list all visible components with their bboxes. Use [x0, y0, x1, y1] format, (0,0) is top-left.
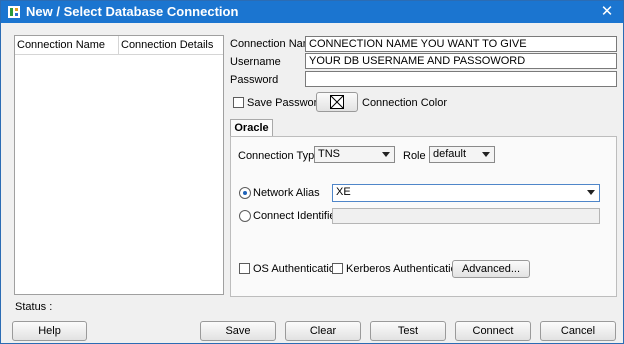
help-button[interactable]: Help [12, 321, 87, 341]
status-label: Status : [15, 301, 53, 313]
save-button[interactable]: Save [200, 321, 276, 341]
table-header: Connection Name Connection Details [15, 36, 223, 55]
network-alias-radio[interactable] [239, 187, 251, 199]
connect-identifier-input[interactable] [332, 208, 600, 224]
kerberos-authentication-label: Kerberos Authentication [346, 263, 463, 275]
database-connection-icon [8, 6, 20, 18]
os-authentication-label: OS Authentication [253, 263, 342, 275]
connection-type-label: Connection Type [238, 150, 321, 162]
cancel-button[interactable]: Cancel [540, 321, 616, 341]
title-bar: New / Select Database Connection ✕ [1, 1, 623, 23]
password-input[interactable] [305, 71, 617, 87]
save-password-checkbox[interactable] [233, 97, 244, 108]
username-label: Username [230, 56, 281, 68]
tab-oracle[interactable]: Oracle [230, 119, 273, 137]
chevron-down-icon [587, 190, 595, 195]
column-header-connection-details[interactable]: Connection Details [121, 39, 213, 51]
password-label: Password [230, 74, 279, 86]
network-alias-label: Network Alias [253, 187, 320, 199]
radio-selected-dot [243, 191, 247, 195]
column-divider[interactable] [118, 36, 119, 54]
chevron-down-icon [482, 152, 490, 157]
connect-identifier-label: Connect Identifier [253, 210, 340, 222]
connection-type-select[interactable]: TNS [314, 146, 395, 163]
close-icon[interactable]: ✕ [597, 2, 617, 22]
window-title: New / Select Database Connection [26, 4, 239, 19]
role-value: default [433, 148, 467, 160]
network-alias-value: XE [336, 186, 351, 198]
advanced-button[interactable]: Advanced... [452, 260, 530, 278]
clear-button[interactable]: Clear [285, 321, 361, 341]
connection-name-input[interactable]: CONNECTION NAME YOU WANT TO GIVE [305, 36, 617, 52]
network-alias-select[interactable]: XE [332, 184, 600, 202]
connections-table[interactable]: Connection Name Connection Details [14, 35, 224, 295]
connect-identifier-radio[interactable] [239, 210, 251, 222]
connection-type-value: TNS [318, 148, 340, 160]
connection-color-button[interactable] [316, 92, 358, 112]
os-authentication-checkbox[interactable] [239, 263, 250, 274]
username-input[interactable]: YOUR DB USERNAME AND PASSOWORD [305, 53, 617, 69]
dialog-window: New / Select Database Connection ✕ Conne… [0, 0, 624, 344]
test-button[interactable]: Test [370, 321, 446, 341]
chevron-down-icon [382, 152, 390, 157]
kerberos-authentication-checkbox[interactable] [332, 263, 343, 274]
connection-color-label: Connection Color [362, 97, 447, 109]
connect-button[interactable]: Connect [455, 321, 531, 341]
save-password-label: Save Password [247, 97, 324, 109]
empty-color-swatch-icon [330, 95, 344, 109]
column-header-connection-name[interactable]: Connection Name [17, 39, 105, 51]
role-label: Role [403, 150, 426, 162]
role-select[interactable]: default [429, 146, 495, 163]
